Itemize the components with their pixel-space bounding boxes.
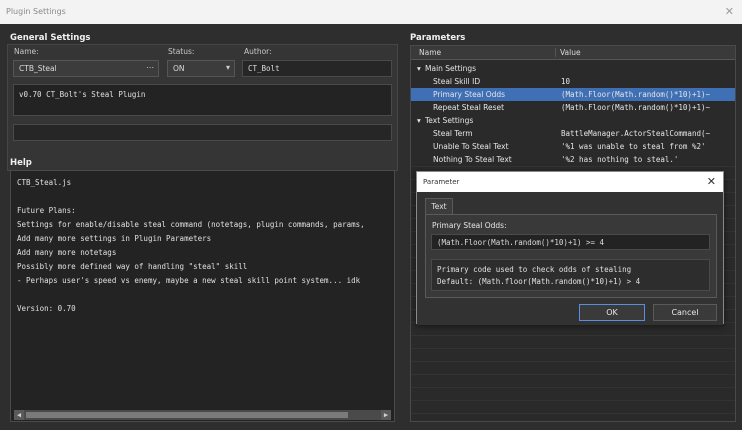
parameter-value: 10 [561,77,571,86]
empty-row [411,361,735,374]
expand-icon[interactable]: ▾ [417,62,421,75]
column-name-header[interactable]: Name [419,48,441,57]
help-line: Version: 0.70 [17,304,76,313]
parameter-description: Primary code used to check odds of steal… [431,259,710,291]
parameter-value: BattleManager.ActorStealCommand(~ [561,129,711,138]
parameter-value: '%1 was unable to steal from %2' [561,142,706,151]
tree-group-row[interactable]: ▾ Text Settings [411,114,735,127]
tab-text[interactable]: Text [425,198,453,214]
extra-field[interactable] [13,124,392,141]
help-title: Help [10,158,32,168]
parameter-value: (Math.Floor(Math.random()*10)+1)~ [561,103,711,112]
tree-row[interactable]: Steal Term BattleManager.ActorStealComman… [411,127,735,140]
parameter-name: Steal Skill ID [433,77,481,86]
empty-row [411,400,735,413]
help-line: Add many more settings in Plugin Paramet… [17,234,212,243]
help-textarea[interactable]: CTB_Steal.js Future Plans: Settings for e… [10,170,395,422]
description-line-1: Primary code used to check odds of steal… [437,265,632,274]
dialog-body: Text Primary Steal Odds: (Math.Floor(Mat… [417,192,723,325]
dialog-title: Parameter [423,178,460,186]
parameter-value: '%2 has nothing to steal.' [561,155,679,164]
help-line: Add many more notetags [17,248,117,257]
help-line: Possibly more defined way of handling "s… [17,262,248,271]
scroll-left-icon[interactable]: ◀ [14,410,24,420]
author-label: Author: [244,47,272,56]
status-select[interactable]: ON ▾ [167,60,235,77]
parameter-name: Unable To Steal Text [433,142,509,151]
window-titlebar: Plugin Settings ✕ [0,0,742,24]
window-close-icon[interactable]: ✕ [725,5,734,18]
parameter-name: Primary Steal Odds [433,90,506,99]
help-lines: CTB_Steal.js Future Plans: Settings for e… [17,176,388,316]
empty-row [411,348,735,361]
name-select[interactable]: CTB_Steal ⋯ [13,60,159,77]
chevron-down-icon: ▾ [225,63,230,72]
parameter-name: Repeat Steal Reset [433,103,505,112]
author-field[interactable]: CT_Bolt [242,60,392,77]
description-line-2: Default: (Math.floor(Math.random()*10)+1… [437,277,641,286]
tree-header: Name Value [411,46,735,60]
tree-row[interactable]: Nothing To Steal Text '%2 has nothing to … [411,153,735,166]
general-settings-title: General Settings [10,33,91,43]
parameters-title: Parameters [410,33,466,43]
help-line: - Perhaps user's speed vs enemy, maybe a… [17,276,361,285]
tree-group-row[interactable]: ▾ Main Settings [411,62,735,75]
empty-row [411,374,735,387]
help-horizontal-scrollbar[interactable]: ◀ ▶ [14,410,391,420]
tree-row[interactable]: Repeat Steal Reset (Math.Floor(Math.rando… [411,101,735,114]
help-line: CTB_Steal.js [17,178,72,187]
help-line [17,288,388,302]
chevron-down-icon: ⋯ [146,63,154,72]
parameter-name: Text Settings [425,116,474,125]
tree-row[interactable]: Primary Steal Odds (Math.Floor(Math.rando… [411,88,735,101]
name-select-value: CTB_Steal [19,64,57,73]
parameter-name: Steal Term [433,129,473,138]
help-line [17,190,388,204]
tab-pane: Primary Steal Odds: (Math.Floor(Math.ran… [425,214,717,298]
status-select-value: ON [173,64,185,73]
scroll-thumb[interactable] [26,412,348,418]
dialog-titlebar: Parameter ✕ [417,172,723,192]
parameter-dialog: Parameter ✕ Text Primary Steal Odds: (Ma… [416,171,724,325]
empty-row [411,387,735,400]
tree-row[interactable]: Unable To Steal Text '%1 was unable to st… [411,140,735,153]
description-field[interactable]: v0.70 CT_Bolt's Steal Plugin [13,84,392,116]
tree-row[interactable]: Steal Skill ID 10 [411,75,735,88]
field-label: Primary Steal Odds: [432,221,507,230]
parameter-value-field[interactable]: (Math.Floor(Math.random()*10)+1) >= 4 [431,234,710,250]
dialog-close-icon[interactable]: ✕ [707,175,716,188]
parameter-name: Main Settings [425,64,477,73]
help-line: Future Plans: [17,206,76,215]
ok-button[interactable]: OK [579,304,645,321]
window-title: Plugin Settings [6,7,66,16]
expand-icon[interactable]: ▾ [417,114,421,127]
help-line: Settings for enable/disable steal comman… [17,220,365,229]
name-label: Name: [14,47,39,56]
status-label: Status: [168,47,195,56]
parameter-value: (Math.Floor(Math.random()*10)+1)~ [561,90,711,99]
empty-row [411,413,735,421]
cancel-button[interactable]: Cancel [653,304,717,321]
parameter-name: Nothing To Steal Text [433,155,512,164]
scroll-right-icon[interactable]: ▶ [381,410,391,420]
column-value-header[interactable]: Value [555,48,581,57]
empty-row [411,335,735,348]
